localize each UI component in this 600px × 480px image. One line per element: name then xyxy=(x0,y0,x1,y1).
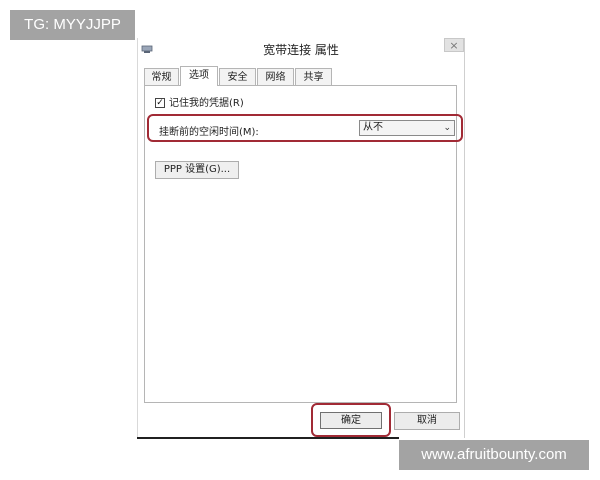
window-title: 宽带连接 属性 xyxy=(263,43,339,57)
ppp-settings-button[interactable]: PPP 设置(G)... xyxy=(155,161,239,179)
tab-options[interactable]: 选项 xyxy=(180,66,218,86)
tab-networking[interactable]: 网络 xyxy=(257,68,294,85)
idle-time-select[interactable]: 从不 ⌄ xyxy=(359,120,455,136)
ok-button[interactable]: 确定 xyxy=(320,412,382,429)
close-icon: × xyxy=(449,39,459,52)
tab-sharing[interactable]: 共享 xyxy=(295,68,332,85)
idle-time-highlight: 挂断前的空闲时间(M): 从不 ⌄ xyxy=(147,114,463,142)
remember-credentials-label: 记住我的凭据(R) xyxy=(169,98,244,109)
tab-security[interactable]: 安全 xyxy=(219,68,256,85)
idle-time-value: 从不 xyxy=(363,122,383,133)
ok-button-highlight: 确定 xyxy=(311,403,391,437)
title-bar: 宽带连接 属性 × xyxy=(138,38,464,62)
close-button[interactable]: × xyxy=(444,38,464,52)
cancel-button[interactable]: 取消 xyxy=(394,412,460,430)
dialog-bottom-border xyxy=(137,437,399,439)
options-panel: ✓ 记住我的凭据(R) 挂断前的空闲时间(M): 从不 ⌄ PPP 设置(G).… xyxy=(144,85,463,403)
tab-general[interactable]: 常规 xyxy=(144,68,179,85)
watermark-bottom: www.afruitbounty.com xyxy=(399,440,589,470)
checkmark-icon: ✓ xyxy=(156,98,164,108)
chevron-down-icon: ⌄ xyxy=(443,123,451,133)
idle-time-label: 挂断前的空闲时间(M): xyxy=(159,127,259,138)
properties-dialog: 宽带连接 属性 × 常规 选项 安全 网络 共享 ✓ 记住我的凭据(R) 挂断前… xyxy=(137,38,465,438)
watermark-top: TG: MYYJJPP xyxy=(10,10,135,40)
remember-credentials-checkbox[interactable]: ✓ xyxy=(155,98,165,108)
